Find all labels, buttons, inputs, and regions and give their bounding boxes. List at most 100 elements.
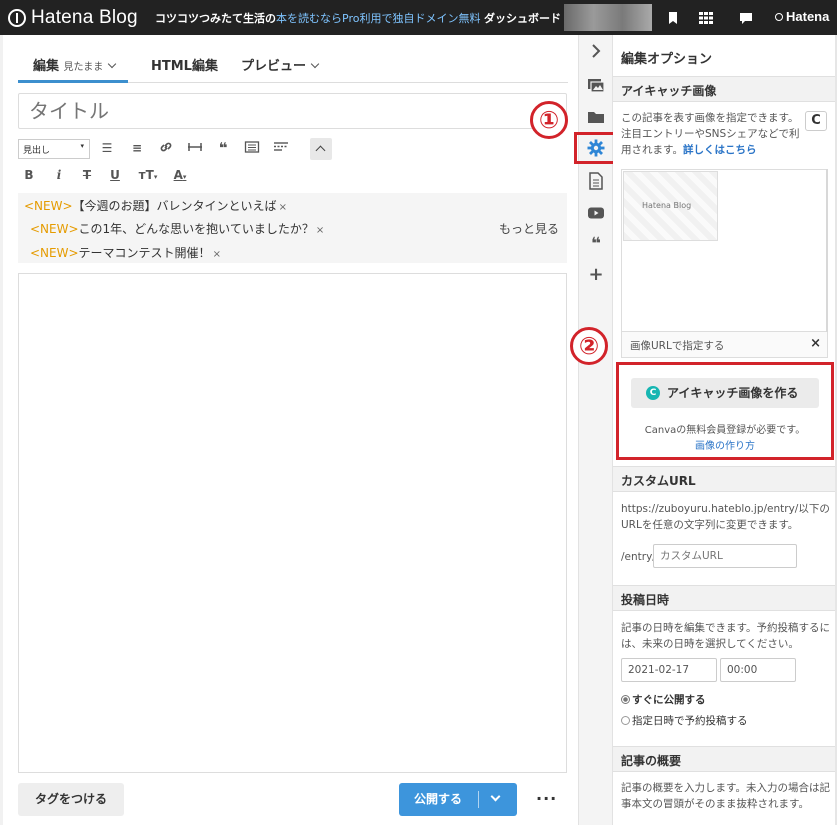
- image-list-scrollbar[interactable]: [826, 169, 828, 332]
- callout-2: ②: [570, 327, 608, 365]
- chevron-right-icon[interactable]: [587, 42, 605, 60]
- chevron-down-icon: [108, 59, 117, 69]
- tab-preview[interactable]: プレビュー: [241, 55, 320, 74]
- eyecatch-thumbnail[interactable]: Hatena Blog: [623, 171, 718, 241]
- user-avatar-blurred[interactable]: [564, 4, 652, 31]
- refresh-icon: C: [811, 113, 821, 128]
- radio-checked-icon: [621, 695, 630, 704]
- close-icon[interactable]: ×: [213, 249, 221, 260]
- close-icon[interactable]: ×: [810, 336, 821, 351]
- canva-note: Canvaの無料会員登録が必要です。: [644, 425, 806, 436]
- link-icon[interactable]: [157, 139, 175, 157]
- canva-logo-icon: C: [646, 386, 660, 400]
- tab-wysiwyg-label: 編集: [33, 59, 60, 74]
- hatena-mark-icon: [775, 13, 783, 21]
- eyecatch-help-link[interactable]: 詳しくはこちら: [683, 144, 757, 156]
- notification-icon[interactable]: [738, 10, 754, 26]
- logo-text: Hatena Blog: [31, 7, 138, 28]
- table-icon[interactable]: [243, 139, 261, 157]
- thumbnail-logo: Hatena Blog: [642, 201, 692, 210]
- new-tag: <NEW>: [24, 199, 73, 213]
- hatena-blog-logo[interactable]: Hatena Blog: [8, 7, 138, 29]
- new-tag: <NEW>: [30, 222, 79, 236]
- news-panel: <NEW>【今週のお題】バレンタインといえば × <NEW>この1年、どんな思いを…: [18, 193, 567, 263]
- refresh-button[interactable]: C: [805, 111, 827, 131]
- read-more-icon[interactable]: [272, 139, 290, 157]
- news-item[interactable]: <NEW>この1年、どんな思いを抱いていましたか？ ×: [30, 220, 324, 237]
- close-icon[interactable]: ×: [316, 225, 324, 236]
- image-url-label: 画像URLで指定する: [630, 340, 725, 352]
- plus-icon[interactable]: +: [587, 266, 605, 284]
- chevron-down-icon[interactable]: [490, 791, 501, 802]
- news-item[interactable]: <NEW>【今週のお題】バレンタインといえば ×: [24, 197, 287, 214]
- eyecatch-image-list: Hatena Blog: [621, 169, 828, 332]
- top-bar: Hatena Blog コツコツつみたて生活の 本を読むならPro利用で独自ドメ…: [0, 0, 837, 35]
- publish-button[interactable]: 公開する: [399, 783, 517, 816]
- horizontal-rule-icon[interactable]: [186, 139, 204, 157]
- news-item[interactable]: <NEW>テーマコンテスト開催！ ×: [30, 244, 221, 261]
- panel-title: 編集オプション: [621, 52, 713, 67]
- title-input[interactable]: [18, 93, 567, 129]
- underline-icon[interactable]: U: [106, 166, 124, 184]
- blog-title[interactable]: コツコツつみたて生活の: [155, 10, 276, 26]
- youtube-icon[interactable]: [587, 204, 605, 222]
- numbered-list-icon[interactable]: ≡: [128, 139, 146, 157]
- strikethrough-icon[interactable]: T: [78, 166, 96, 184]
- format-toolbar: 見出し ▾ ☰ ≡ ❝ B i T U тT▾ A▾: [18, 137, 567, 193]
- dashboard-link[interactable]: ダッシュボード: [484, 10, 561, 26]
- post-time-input[interactable]: [720, 658, 796, 682]
- font-size-icon[interactable]: тT▾: [136, 166, 160, 184]
- close-icon[interactable]: ×: [279, 202, 287, 213]
- more-options-button[interactable]: ···: [536, 789, 557, 808]
- image-gallery-icon[interactable]: [587, 76, 605, 94]
- callout-1: ①: [530, 101, 568, 139]
- tab-html[interactable]: HTML編集: [151, 55, 218, 74]
- post-date-description: 記事の日時を編集できます。予約投稿するには、未来の日時を選択してください。: [621, 622, 830, 650]
- eyecatch-description: この記事を表す画像を指定できます。注目エントリーやSNSシェアなどで利用されます…: [621, 110, 803, 158]
- publish-now-radio[interactable]: すぐに公開する: [621, 692, 706, 707]
- edit-options-panel: 編集オプション アイキャッチ画像 この記事を表す画像を指定できます。注目エントリ…: [613, 35, 837, 825]
- highlight-settings-box: [574, 132, 616, 164]
- collapse-toolbar-button[interactable]: [310, 138, 332, 160]
- summary-description: 記事の概要を入力します。未入力の場合は記事本文の冒頭がそのまま抜粋されます。: [621, 782, 830, 810]
- tab-wysiwyg[interactable]: 編集 見たまま: [33, 55, 117, 74]
- canva-howto-link[interactable]: 画像の作り方: [619, 437, 831, 452]
- post-date-heading: 投稿日時: [613, 585, 837, 611]
- entry-prefix: /entry/: [621, 551, 656, 563]
- publish-label: 公開する: [413, 792, 462, 806]
- tab-wysiwyg-sub: 見たまま: [63, 62, 104, 73]
- news-text: 【今週のお題】バレンタインといえば: [72, 199, 277, 213]
- create-eyecatch-button[interactable]: C アイキャッチ画像を作る: [631, 378, 819, 408]
- canva-highlight-box: C アイキャッチ画像を作る Canvaの無料会員登録が必要です。 画像の作り方: [616, 362, 834, 460]
- summary-heading: 記事の概要: [613, 746, 837, 772]
- schedule-radio[interactable]: 指定日時で予約投稿する: [621, 713, 748, 728]
- create-eyecatch-label: アイキャッチ画像を作る: [667, 386, 799, 400]
- italic-icon[interactable]: i: [50, 166, 68, 184]
- document-icon[interactable]: [587, 172, 605, 190]
- radio-unchecked-icon: [621, 716, 630, 725]
- hatena-account-link[interactable]: Hatena: [775, 9, 829, 24]
- left-edge: [0, 35, 3, 825]
- add-tags-button[interactable]: タグをつける: [18, 783, 124, 816]
- folder-icon[interactable]: [587, 108, 605, 126]
- pro-promo-link[interactable]: 本を読むならPro利用で独自ドメイン無料: [276, 10, 480, 26]
- eyecatch-heading: アイキャッチ画像: [613, 76, 837, 102]
- custom-url-input[interactable]: [653, 544, 797, 568]
- schedule-label: 指定日時で予約投稿する: [632, 715, 748, 727]
- text-color-icon[interactable]: A▾: [168, 166, 192, 184]
- quote-icon[interactable]: ❝: [587, 235, 605, 253]
- active-tab-indicator: [18, 80, 128, 83]
- article-body-editor[interactable]: [18, 273, 567, 773]
- quote-icon[interactable]: ❝: [214, 139, 232, 157]
- post-date-input[interactable]: [621, 658, 717, 682]
- image-url-option[interactable]: 画像URLで指定する ×: [621, 332, 828, 358]
- bullet-list-icon[interactable]: ☰: [98, 139, 116, 157]
- bold-icon[interactable]: B: [20, 166, 38, 184]
- more-news-link[interactable]: もっと見る: [499, 220, 559, 237]
- tab-preview-label: プレビュー: [241, 59, 307, 74]
- bookmark-icon[interactable]: [665, 10, 681, 26]
- heading-select[interactable]: 見出し ▾: [18, 139, 90, 159]
- new-tag: <NEW>: [30, 246, 79, 260]
- publish-divider: [478, 791, 479, 808]
- apps-grid-icon[interactable]: [698, 10, 714, 26]
